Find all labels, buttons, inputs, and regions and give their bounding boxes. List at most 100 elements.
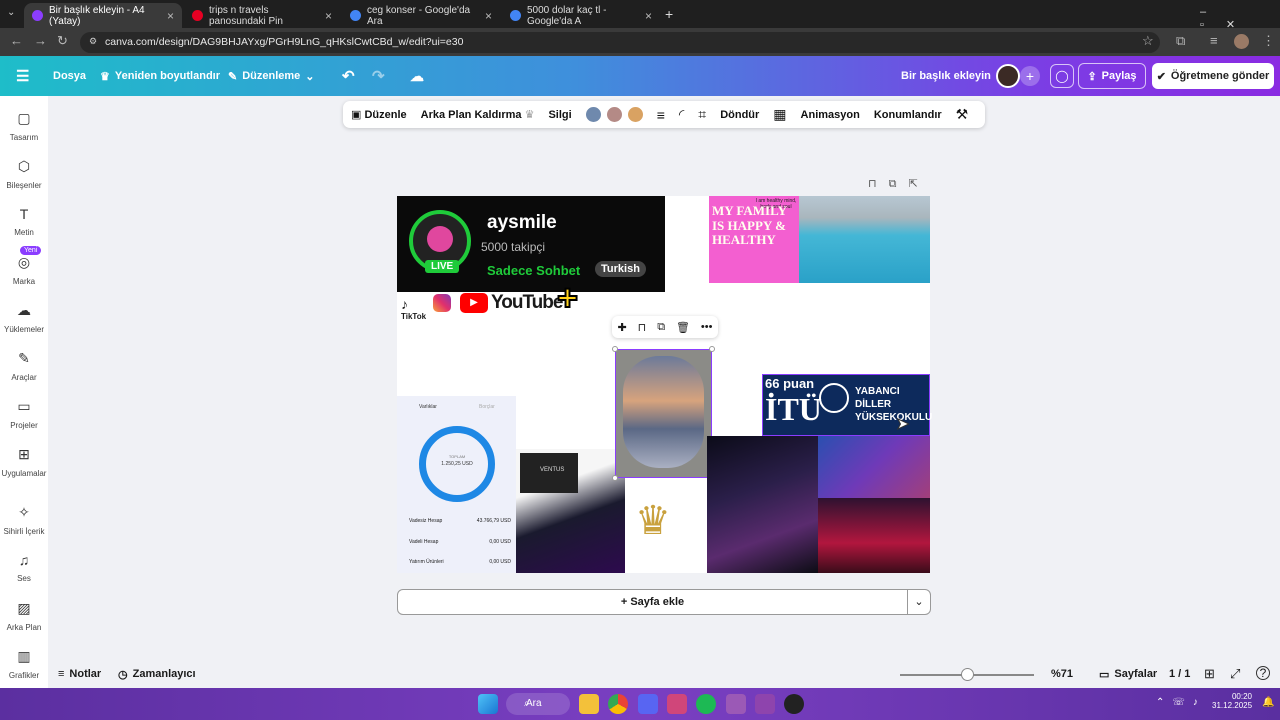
duplicate-page-icon[interactable]: ⧉ [889,178,909,190]
cloud-sync-icon[interactable]: ☁ [410,56,424,96]
color-swatch-2[interactable] [606,107,622,122]
stream-banner-image[interactable]: LIVE aysmile 5000 takipçi Sadece Sohbet … [397,196,665,292]
tab-google-1[interactable]: ceg konser - Google'da Ara × [342,3,500,28]
user-avatar[interactable] [996,64,1020,88]
transparency-icon[interactable]: ▦ [773,106,786,123]
close-icon[interactable]: × [325,9,332,23]
crop-icon[interactable]: ⌗ [698,106,706,123]
bank-app-screenshot[interactable]: Varlıklar Borçlar TOPLAM 1.250,25 USD Va… [397,396,516,573]
rotate-button[interactable]: Döndür [720,109,759,121]
sidebar-item-4[interactable]: ◎ Marka [0,254,48,286]
profile-avatar[interactable] [1234,34,1249,49]
sidebar-item-12[interactable]: ▥ Grafikler [0,648,48,680]
sidebar-item-3[interactable]: T Metin [0,206,48,237]
fullscreen-icon[interactable]: ⤢ [1230,666,1240,682]
color-swatch-1[interactable] [585,107,601,122]
menu-icon[interactable]: ☰ [16,56,29,96]
duplicate-icon[interactable]: ⧉ [657,321,665,334]
edit-mode-button[interactable]: ✎ Düzenleme ⌄ [228,56,315,96]
close-icon[interactable]: × [167,9,174,23]
bg-remove-button[interactable]: Arka Plan Kaldırma ♛ [421,108,535,121]
new-tab-button[interactable]: + [665,6,673,22]
tab-canva[interactable]: Bir başlık ekleyin - A4 (Yatay) × [24,3,182,28]
resize-button[interactable]: ♛ Yeniden boyutlandır [100,56,220,96]
discord-icon[interactable] [638,694,658,714]
file-menu[interactable]: Dosya [53,56,86,96]
sidebar-item-2[interactable]: ⬡ Bileşenler [0,158,48,190]
pages-button[interactable]: ▭ Sayfalar [1099,668,1157,681]
redo-icon[interactable]: ↷ [372,56,385,96]
taskbar-search[interactable]: Ara [506,693,570,715]
sidebar-item-1[interactable]: ▢ Tasarım [0,110,48,142]
airplane-window-image[interactable] [615,349,712,478]
color-swatch-3[interactable] [627,107,643,122]
sidebar-item-5[interactable]: ☁ Yüklemeler [0,302,48,334]
corner-rounding-icon[interactable]: ◜ [679,106,684,123]
timer-button[interactable]: ◷ Zamanlayıcı [118,668,196,681]
sidebar-item-8[interactable]: ⊞ Uygulamalar [0,446,48,478]
lock-icon[interactable]: ⊓ [868,178,889,190]
site-info-icon[interactable]: ⚙ [89,36,97,47]
concert-photo-2[interactable] [818,436,930,498]
chrome-icon[interactable] [608,694,628,714]
comment-add-icon[interactable]: ✚ [617,321,626,334]
premiere-icon[interactable] [726,694,746,714]
browser-menu-icon[interactable]: ⋮ [1262,33,1275,49]
sidebar-item-6[interactable]: ✎ Araçlar [0,350,48,382]
concert-photo-3[interactable] [818,498,930,573]
chevron-down-icon[interactable]: ⌄ [907,589,931,615]
resize-handle[interactable] [612,346,618,352]
family-quote-image[interactable]: I am healthy mind, body and soul MY FAMI… [709,196,800,283]
app-icon[interactable] [667,694,687,714]
forward-icon[interactable]: → [34,33,47,48]
clock[interactable]: 00:20 31.12.2025 [1212,692,1252,710]
paint-format-icon[interactable]: ⚒ [956,106,969,123]
concert-photo-1[interactable] [707,436,818,573]
design-title[interactable]: Bir başlık ekleyin [901,56,991,96]
tab-list-button[interactable]: ⌄ [7,7,15,18]
zoom-level[interactable]: %71 [1051,668,1073,680]
add-collaborator-icon[interactable]: + [1020,66,1040,86]
zoom-slider-thumb[interactable] [961,668,974,681]
resize-handle[interactable] [612,475,618,481]
file-explorer-icon[interactable] [579,694,599,714]
bookmark-star-icon[interactable]: ☆ [1142,33,1154,49]
url-field[interactable]: canva.com/design/DAG9BHJAYxg/PGrH9LnG_qH… [80,32,1160,53]
swimming-pool-image[interactable] [799,196,930,283]
trophy-image[interactable]: ♛ [625,478,707,573]
share-button[interactable]: ⇪ Paylaş [1078,63,1146,89]
sidebar-item-9[interactable]: ✧ Sihirli İçerik [0,504,48,536]
gpu-image[interactable]: VENTUS [516,449,625,573]
help-icon[interactable]: ? [1256,666,1270,680]
comment-icon[interactable]: ◯ [1050,64,1074,88]
resize-handle[interactable] [709,346,715,352]
send-to-teacher-button[interactable]: ✔ Öğretmene gönder [1152,63,1274,89]
page-actions[interactable]: ⊓⧉⇱ [868,177,930,191]
undo-icon[interactable]: ↶ [342,56,355,96]
edit-image-button[interactable]: ▣ Düzenle [351,108,407,121]
grid-view-icon[interactable]: ⊞ [1204,666,1215,682]
adobe-icon[interactable] [755,694,775,714]
spotify-icon[interactable] [696,694,716,714]
animate-button[interactable]: Animasyon [801,109,860,121]
add-page-icon[interactable]: ⇱ [908,178,929,190]
notification-bell-icon[interactable]: 🔔 [1262,697,1274,708]
system-tray-icons[interactable]: ⌃☏♪ [1156,697,1206,708]
reload-icon[interactable]: ↻ [57,33,68,49]
tab-pinterest[interactable]: trips n travels panosundaki Pin × [184,3,340,28]
steam-icon[interactable] [784,694,804,714]
add-page-button[interactable]: + Sayfa ekle [397,589,908,615]
position-button[interactable]: Konumlandır [874,109,942,121]
notes-button[interactable]: ≡ Notlar [58,668,101,680]
lock-icon[interactable]: ⊓ [638,321,647,334]
more-icon[interactable]: ••• [701,321,713,333]
close-icon[interactable]: × [485,9,492,23]
sidebar-item-7[interactable]: ▭ Projeler [0,398,48,430]
eraser-button[interactable]: Silgi [548,109,571,121]
border-style-icon[interactable]: ≡ [657,107,665,123]
sidebar-item-11[interactable]: ▨ Arka Plan [0,600,48,632]
reading-list-icon[interactable]: ≡ [1210,33,1218,48]
extensions-icon[interactable]: ⧉ [1176,33,1185,49]
start-menu-icon[interactable] [478,694,498,714]
tab-google-2[interactable]: 5000 dolar kaç tl - Google'da A × [502,3,660,28]
